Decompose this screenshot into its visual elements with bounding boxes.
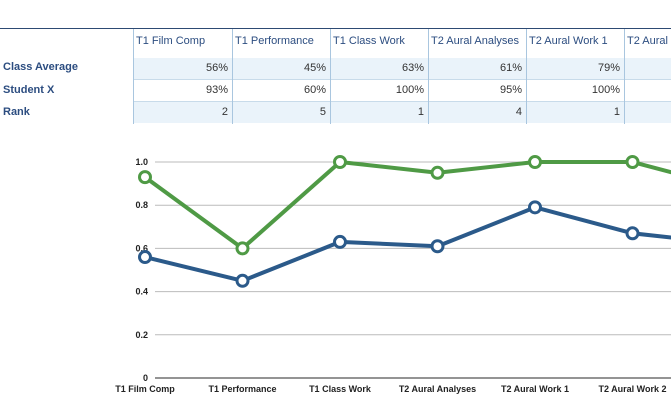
table-cell: 45% <box>233 58 330 79</box>
series-line <box>144 205 671 283</box>
column-header: T2 Aural <box>627 35 668 47</box>
column-divider <box>232 29 233 124</box>
data-point <box>138 170 152 185</box>
column-header: T2 Aural Work 1 <box>529 35 608 47</box>
row-label-class-average: Class Average <box>3 61 79 73</box>
column-divider <box>526 29 527 124</box>
row-label-rank: Rank <box>3 106 30 118</box>
table-cell: 1 <box>527 102 624 123</box>
row-divider <box>134 101 671 102</box>
y-tick-label: 0 <box>143 373 148 383</box>
column-header: T1 Film Comp <box>136 35 206 47</box>
x-tick-label: T1 Film Comp <box>115 384 175 394</box>
table-cell <box>625 58 671 79</box>
data-point <box>528 155 542 169</box>
scores-table: T1 Film Comp T1 Performance T1 Class Wor… <box>0 29 671 124</box>
table-cell: 1 <box>331 102 428 123</box>
x-tick-label: T1 Class Work <box>309 384 372 394</box>
y-tick-label: 0.2 <box>135 330 148 340</box>
table-cell: 4 <box>429 102 526 123</box>
data-point <box>138 250 152 265</box>
table-cell: 79% <box>527 58 624 79</box>
data-point <box>625 155 640 169</box>
column-header: T2 Aural Analyses <box>431 35 520 47</box>
y-tick-label: 1.0 <box>135 157 148 167</box>
data-point <box>235 273 250 288</box>
data-point <box>333 234 347 249</box>
y-tick-label: 0.4 <box>135 287 148 297</box>
table-cell: 100% <box>527 80 624 101</box>
table-cell <box>625 102 671 123</box>
column-header: T1 Performance <box>235 35 314 47</box>
data-point <box>625 226 640 241</box>
x-tick-label: T1 Performance <box>208 384 276 394</box>
x-tick-label: T2 Aural Analyses <box>399 384 476 394</box>
table-cell: 61% <box>429 58 526 79</box>
row-divider <box>134 79 671 80</box>
line-chart-canvas: 1.00.80.60.40.20T1 Film Comp T1 Performan… <box>115 155 671 394</box>
table-cell: 5 <box>233 102 330 123</box>
table-cell: 56% <box>134 58 232 79</box>
table-cell: 93% <box>134 80 232 101</box>
table-cell: 2 <box>134 102 232 123</box>
data-point <box>333 155 347 169</box>
column-divider <box>133 29 134 124</box>
line-chart: 1.0 0.8 0.6 0.4 0.2 0 T1 Film Comp T1 Performan… <box>0 140 671 408</box>
column-divider <box>330 29 331 124</box>
column-divider <box>428 29 429 124</box>
data-point <box>235 241 250 256</box>
y-tick-label: 0.8 <box>135 200 148 210</box>
row-label-student: Student X <box>3 84 55 96</box>
x-tick-label: T2 Aural Work 1 <box>501 384 569 394</box>
table-cell: 95% <box>429 80 526 101</box>
table-cell: 100% <box>331 80 428 101</box>
column-header: T1 Class Work <box>333 35 405 47</box>
data-point <box>430 165 445 180</box>
data-point <box>528 200 542 215</box>
x-tick-label: T2 Aural Work 2 <box>598 384 666 394</box>
table-cell <box>625 80 671 101</box>
table-cell: 63% <box>331 58 428 79</box>
data-point <box>430 239 445 254</box>
table-cell: 60% <box>233 80 330 101</box>
column-divider <box>624 29 625 124</box>
